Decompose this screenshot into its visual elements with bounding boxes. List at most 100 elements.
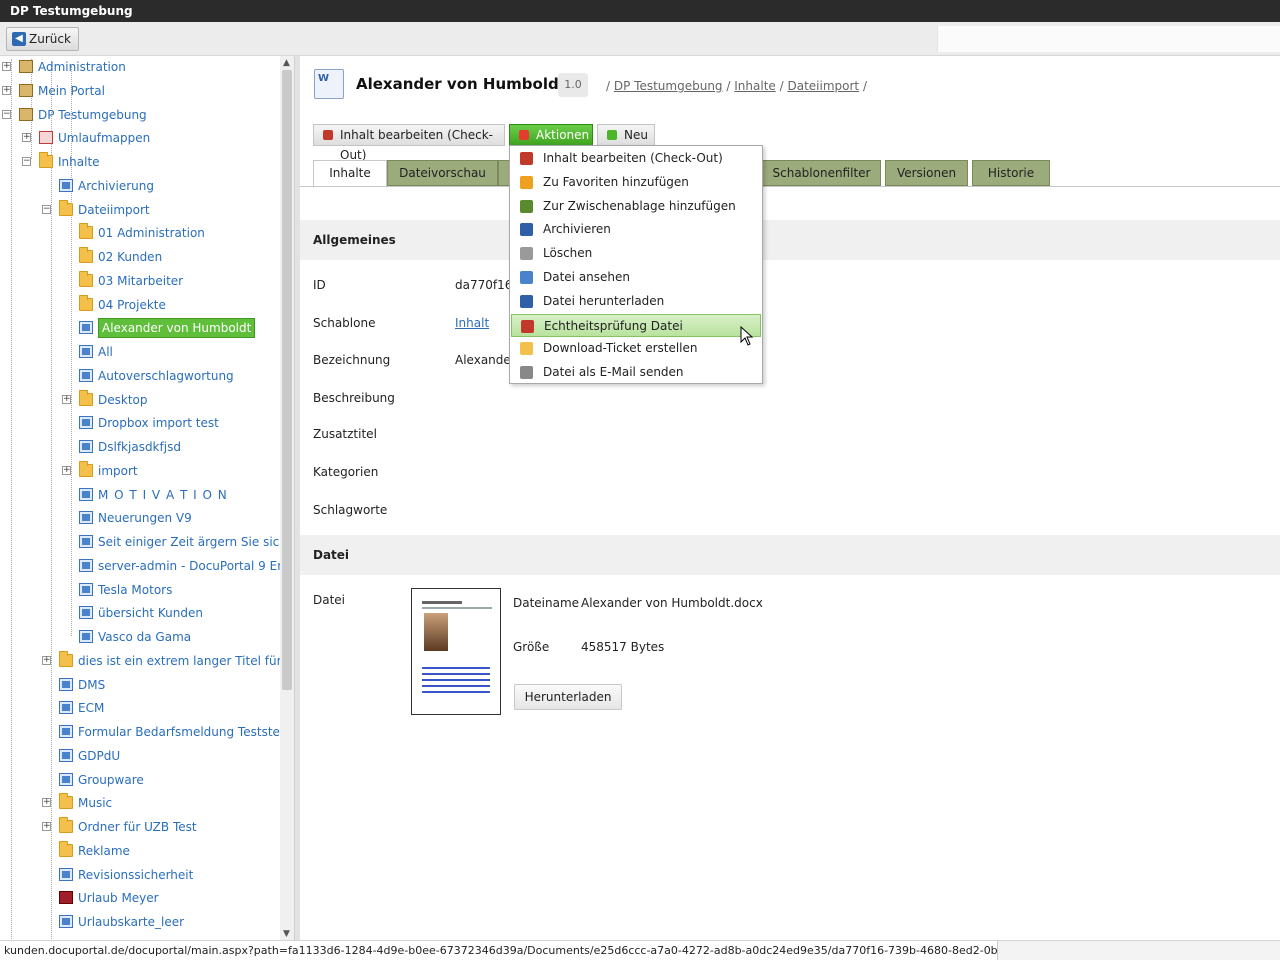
tree-item-dslfkjasdkfjsd[interactable]: Dslfkjasdkfjsd [0,436,280,458]
tree-item-label: Ordner für UZB Test [78,820,197,834]
tree-scrollbar[interactable]: ▲ ▼ [280,56,294,940]
toolbar-search-area[interactable] [937,26,1280,52]
new-button[interactable]: Neu [597,124,655,146]
tab-historie[interactable]: Historie [972,160,1050,186]
tree-item-urlaubskarte-leer[interactable]: Urlaubskarte_leer [0,911,280,933]
tree-item-ecm[interactable]: ECM [0,697,280,719]
menu-item-datei-herunterladen[interactable]: Datei herunterladen [511,290,761,313]
tree-item-ordner-für-uzb-test[interactable]: + Ordner für UZB Test [0,816,280,838]
menu-item-label: Inhalt bearbeiten (Check-Out) [543,151,723,165]
tree-item-server-admin-docuportal-9-enterp[interactable]: server-admin - DocuPortal 9 Enterp [0,555,280,577]
menu-item-inhalt-bearbeiten-check-out[interactable]: Inhalt bearbeiten (Check-Out) [511,147,761,170]
tree-item-groupware[interactable]: Groupware [0,769,280,791]
tree-item-archivierung[interactable]: Archivierung [0,175,280,197]
tab-divider [300,186,1280,187]
template-link[interactable]: Inhalt [455,316,489,330]
folder-icon [59,840,73,857]
tree-item-mein-portal[interactable]: + Mein Portal [0,80,280,102]
tree-item-01-administration[interactable]: 01 Administration [0,222,280,244]
menu-item-echtheitsprüfung-datei[interactable]: Echtheitsprüfung Datei [511,313,761,337]
tree-item-seit-einiger-zeit-ärgern-sie-sich-übe[interactable]: Seit einiger Zeit ärgern Sie sich übe [0,531,280,553]
collapse-icon[interactable]: − [42,204,51,214]
tree-item-revisionssicherheit[interactable]: Revisionssicherheit [0,864,280,886]
section-file: Datei [300,535,1280,575]
tab-versionen[interactable]: Versionen [885,160,968,186]
tree-item-dms[interactable]: DMS [0,674,280,696]
tree-item-music[interactable]: + Music [0,792,280,814]
tree-item-tesla-motors[interactable]: Tesla Motors [0,579,280,601]
tree-item-urlaub-meyer[interactable]: Urlaub Meyer [0,887,280,909]
tree-item-vasco-da-gama[interactable]: Vasco da Gama [0,626,280,648]
document-icon [79,321,93,335]
tree-item-dropbox-import-test[interactable]: Dropbox import test [0,412,280,434]
tree-item-umlaufmappen[interactable]: + Umlaufmappen [0,127,280,149]
word-document-icon [314,69,344,99]
breadcrumb-link-inhalte[interactable]: Inhalte [734,79,776,93]
categories-label: Kategorien [313,465,379,479]
menu-item-zur-zwischenablage-hinzufügen[interactable]: Zur Zwischenablage hinzufügen [511,195,761,218]
box-icon [19,107,33,121]
box-icon [19,83,33,97]
breadcrumb-link-dateiimport[interactable]: Dateiimport [787,79,859,93]
file-thumbnail[interactable] [411,588,501,715]
menu-item-datei-ansehen[interactable]: Datei ansehen [511,266,761,289]
download-button[interactable]: Herunterladen [514,684,622,710]
expand-icon[interactable]: + [62,394,71,404]
folder-icon [39,152,53,168]
expand-icon[interactable]: + [2,85,11,95]
tree-item-dateiimport[interactable]: − Dateiimport [0,199,280,221]
document-icon [79,487,93,501]
tree-item-label: Mein Portal [38,83,105,98]
tree-item-administration[interactable]: + Administration [0,56,280,78]
tree-item-all[interactable]: All [0,341,280,363]
undo-arrow-icon [323,130,333,140]
expand-icon[interactable]: + [42,655,51,665]
tree-item-dp-testumgebung[interactable]: − DP Testumgebung [0,104,280,126]
collapse-icon[interactable]: − [22,157,31,166]
collapse-icon[interactable]: − [2,109,11,119]
tree-item-04-projekte[interactable]: 04 Projekte [0,294,280,316]
menu-item-zu-favoriten-hinzufügen[interactable]: Zu Favoriten hinzufügen [511,171,761,194]
expand-icon[interactable]: + [42,798,51,808]
tree-item-label: Music [78,796,113,811]
menu-item-label: Zu Favoriten hinzufügen [543,174,689,189]
menu-item-datei-als-e-mail-senden[interactable]: Datei als E-Mail senden [511,361,761,384]
tree-item-alexander-von-humboldt[interactable]: Alexander von Humboldt [0,317,280,339]
menu-item-download-ticket-erstellen[interactable]: Download-Ticket erstellen [511,337,761,360]
document-icon [79,558,93,572]
menu-item-löschen[interactable]: Löschen [511,242,761,265]
scroll-down-icon[interactable]: ▼ [283,930,291,939]
expand-icon[interactable]: + [42,822,51,831]
tree-item-neuerungen-v9[interactable]: Neuerungen V9 [0,507,280,529]
tree-item-dies-ist-ein-extrem-langer-titel-für-einen[interactable]: + dies ist ein extrem langer Titel für ei… [0,650,280,672]
tab-dateivorschau[interactable]: Dateivorschau [387,160,498,186]
scroll-up-icon[interactable]: ▲ [283,59,291,68]
tree-item-reklame[interactable]: Reklame [0,840,280,862]
tree-item-m-o-t-i-v-a-t-i-o-n[interactable]: M O T I V A T I O N [0,484,280,506]
menu-item-archivieren[interactable]: Archivieren [511,218,761,241]
tab-schablonenfilter[interactable]: Schablonenfilter [762,160,881,186]
tree-item-übersicht-kunden[interactable]: übersicht Kunden [0,602,280,624]
expand-icon[interactable]: + [62,465,71,475]
tree-item-03-mitarbeiter[interactable]: 03 Mitarbeiter [0,270,280,292]
tree-item-gdpdu[interactable]: GDPdU [0,745,280,767]
tree-item-desktop[interactable]: + Desktop [0,389,280,411]
edit-checkout-button[interactable]: Inhalt bearbeiten (Check-Out) [313,124,505,162]
tree-item-formular-bedarfsmeldung-teststellung[interactable]: Formular Bedarfsmeldung Teststellung [0,721,280,743]
mail-icon [520,366,533,380]
back-button-label: Zurück [29,32,71,46]
breadcrumb-link-dp-testumgebung[interactable]: DP Testumgebung [614,79,723,93]
name-label: Bezeichnung [313,353,391,367]
tab-inhalte[interactable]: Inhalte [313,160,387,188]
expand-icon[interactable]: + [22,133,31,143]
tree-item-inhalte[interactable]: − Inhalte [0,151,280,173]
back-button[interactable]: ◀ Zurück [6,27,79,51]
tree-item-autoverschlagwortung[interactable]: Autoverschlagwortung [0,365,280,387]
tree-item-import[interactable]: + import [0,460,280,482]
menu-item-label: Löschen [543,246,593,261]
tree-scroll-thumb[interactable] [282,70,292,690]
expand-icon[interactable]: + [2,62,11,71]
actions-menu-button[interactable]: Aktionen [509,124,593,146]
tree-item-label: 01 Administration [98,226,205,241]
tree-item-02-kunden[interactable]: 02 Kunden [0,246,280,268]
